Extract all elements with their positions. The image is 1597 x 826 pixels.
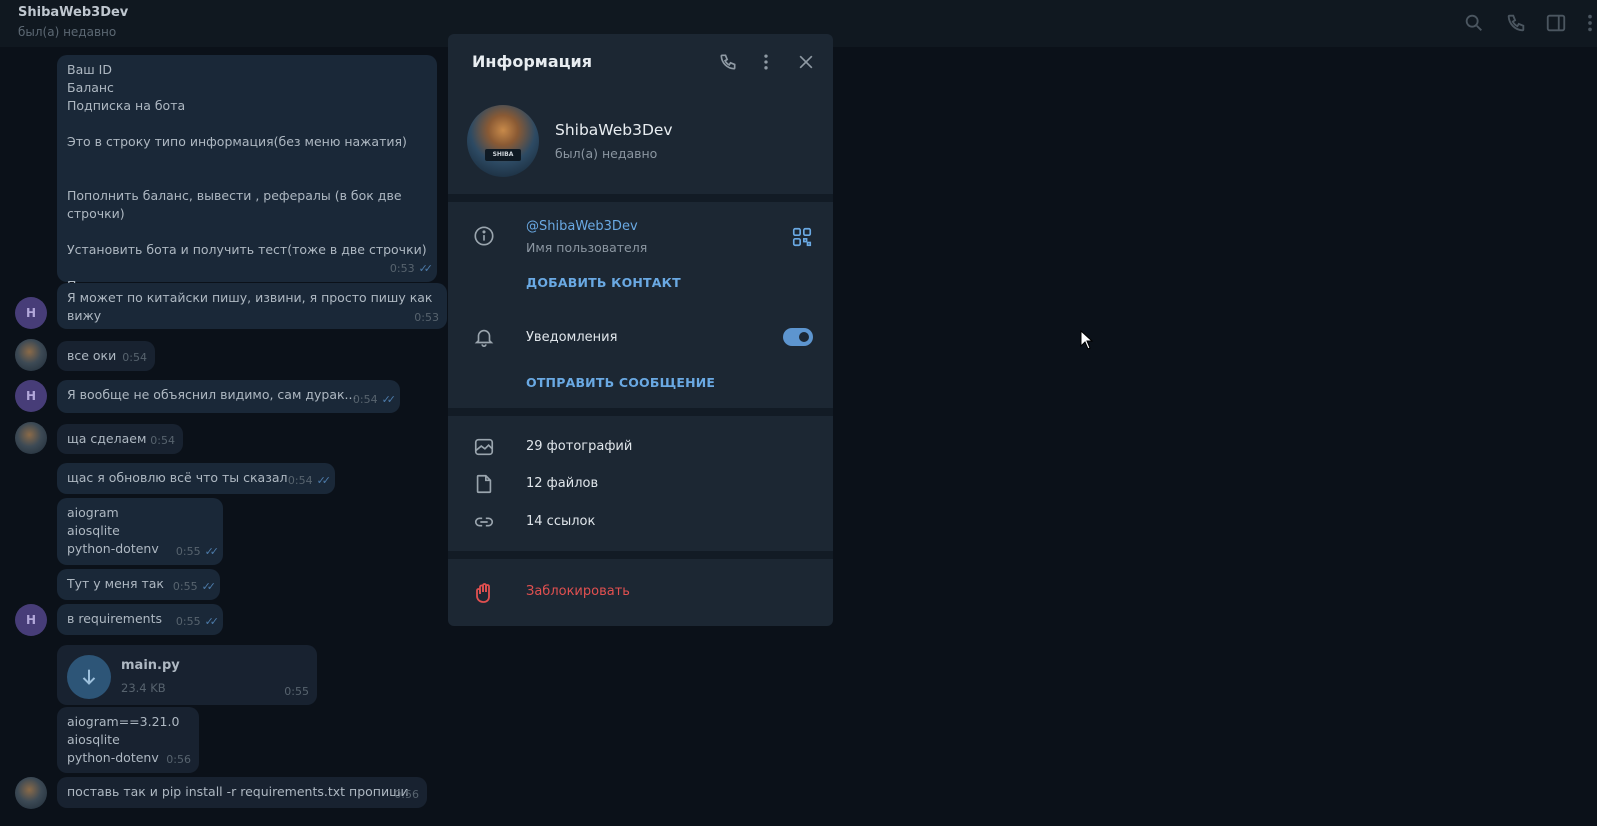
message-bubble[interactable]: ща сделаем 0:54: [57, 424, 183, 454]
message-bubble[interactable]: поставь так и pip install -r requirement…: [57, 777, 427, 808]
message-time: 0:56: [166, 753, 191, 766]
download-icon[interactable]: [67, 655, 111, 699]
message-bubble[interactable]: Я вообще не объяснил видимо, сам дурак..…: [57, 380, 400, 413]
read-ticks-icon: ✓✓: [316, 474, 332, 487]
toggle-knob: [797, 330, 811, 344]
message-time: 0:53: [414, 311, 439, 324]
avatar[interactable]: [15, 422, 47, 454]
hand-stop-icon: [472, 581, 496, 605]
message-bubble[interactable]: Я может по китайски пишу, извини, я прос…: [57, 283, 447, 329]
message-meta: 0:55 ✓✓: [172, 578, 217, 596]
avatar[interactable]: Н: [15, 297, 47, 329]
panel-title: Информация: [472, 52, 592, 71]
add-contact-button[interactable]: ДОБАВИТЬ КОНТАКТ: [526, 275, 681, 290]
profile-name: ShibaWeb3Dev: [555, 121, 673, 139]
message-text: Ваш ID Баланс Подписка на бота Это в стр…: [67, 62, 427, 293]
avatar[interactable]: Н: [15, 604, 47, 636]
message-time: 0:53: [389, 262, 415, 275]
message-meta: 0:56: [166, 751, 191, 769]
photo-icon: [472, 435, 496, 459]
chat-title[interactable]: ShibaWeb3Dev: [18, 5, 128, 20]
divider: [448, 551, 833, 559]
qr-code-icon[interactable]: [791, 226, 813, 248]
message-time: 0:56: [394, 788, 419, 801]
message-meta: 0:53: [414, 309, 439, 327]
divider: [448, 408, 833, 416]
message-bubble[interactable]: в requirements 0:55 ✓✓: [57, 604, 223, 635]
message-text: Я вообще не объяснил видимо, сам дурак..…: [67, 387, 357, 402]
notifications-toggle[interactable]: [783, 328, 813, 346]
chat-status: был(а) недавно: [18, 25, 117, 39]
username-label: Имя пользователя: [526, 240, 648, 255]
links-count[interactable]: 14 ссылок: [526, 514, 595, 529]
avatar[interactable]: [15, 777, 47, 809]
profile-status: был(а) недавно: [555, 146, 658, 161]
message-bubble[interactable]: Тут у меня так 0:55 ✓✓: [57, 569, 220, 600]
more-icon[interactable]: [754, 50, 778, 74]
message-bubble[interactable]: Ваш ID Баланс Подписка на бота Это в стр…: [57, 55, 437, 293]
bell-icon: [472, 325, 496, 349]
file-size: 23.4 KB: [121, 681, 166, 695]
phone-icon[interactable]: [716, 50, 740, 74]
avatar[interactable]: [15, 339, 47, 371]
message-time: 0:54: [352, 393, 378, 406]
info-icon: [472, 224, 496, 248]
message-meta: 0:54 ✓✓: [287, 472, 332, 490]
message-bubble[interactable]: все оки 0:54: [57, 341, 155, 371]
message-time: 0:54: [122, 351, 147, 364]
message-meta: 0:55: [284, 683, 309, 701]
message-bubble[interactable]: aiogram==3.21.0 aiosqlite python-dotenv …: [57, 707, 199, 773]
send-message-button[interactable]: ОТПРАВИТЬ СООБЩЕНИЕ: [526, 375, 715, 390]
username-link[interactable]: @ShibaWeb3Dev: [526, 219, 638, 234]
message-bubble[interactable]: aiogram aiosqlite python-dotenv 0:55 ✓✓: [57, 498, 223, 565]
message-time: 0:54: [287, 474, 313, 487]
file-message[interactable]: main.py 23.4 KB 0:55: [57, 645, 317, 705]
message-time: 0:55: [284, 685, 309, 698]
file-icon: [472, 472, 496, 496]
link-icon: [472, 510, 496, 534]
read-ticks-icon: ✓✓: [204, 545, 220, 558]
sidebar-toggle-icon[interactable]: [1545, 12, 1567, 34]
message-time: 0:55: [172, 580, 198, 593]
message-time: 0:54: [150, 434, 175, 447]
message-text: поставь так и pip install -r requirement…: [67, 784, 409, 799]
message-time: 0:55: [175, 615, 201, 628]
files-count[interactable]: 12 файлов: [526, 476, 598, 491]
phone-icon[interactable]: [1505, 12, 1527, 34]
message-meta: 0:56: [394, 786, 419, 804]
panel-header: Информация: [448, 34, 833, 90]
divider: [448, 194, 833, 202]
search-icon[interactable]: [1463, 12, 1485, 34]
more-icon[interactable]: [1579, 12, 1597, 34]
file-name[interactable]: main.py: [121, 657, 180, 675]
user-info-panel: Информация SHIBA ShibaWeb3Dev был(а) нед…: [448, 34, 833, 626]
message-time: 0:55: [175, 545, 201, 558]
read-ticks-icon: ✓✓: [418, 262, 434, 275]
message-meta: 0:55 ✓✓: [175, 543, 220, 561]
message-meta: 0:54 ✓✓: [352, 391, 397, 409]
profile-avatar[interactable]: SHIBA: [467, 105, 539, 177]
message-meta: 0:55 ✓✓: [175, 613, 220, 631]
read-ticks-icon: ✓✓: [381, 393, 397, 406]
close-icon[interactable]: [794, 50, 818, 74]
message-bubble[interactable]: щас я обновлю всё что ты сказал 0:54 ✓✓: [57, 463, 335, 494]
message-meta: 0:53 ✓✓: [389, 260, 434, 278]
notifications-label: Уведомления: [526, 330, 618, 345]
mouse-cursor-icon: [1080, 330, 1094, 350]
block-user-button[interactable]: Заблокировать: [526, 584, 630, 599]
message-text: Я может по китайски пишу, извини, я прос…: [67, 290, 433, 323]
photos-count[interactable]: 29 фотографий: [526, 439, 632, 454]
read-ticks-icon: ✓✓: [201, 580, 217, 593]
avatar[interactable]: Н: [15, 380, 47, 412]
message-meta: 0:54: [150, 432, 175, 450]
message-meta: 0:54: [122, 349, 147, 367]
read-ticks-icon: ✓✓: [204, 615, 220, 628]
message-text: щас я обновлю всё что ты сказал: [67, 470, 288, 485]
avatar-badge: SHIBA: [485, 149, 521, 161]
